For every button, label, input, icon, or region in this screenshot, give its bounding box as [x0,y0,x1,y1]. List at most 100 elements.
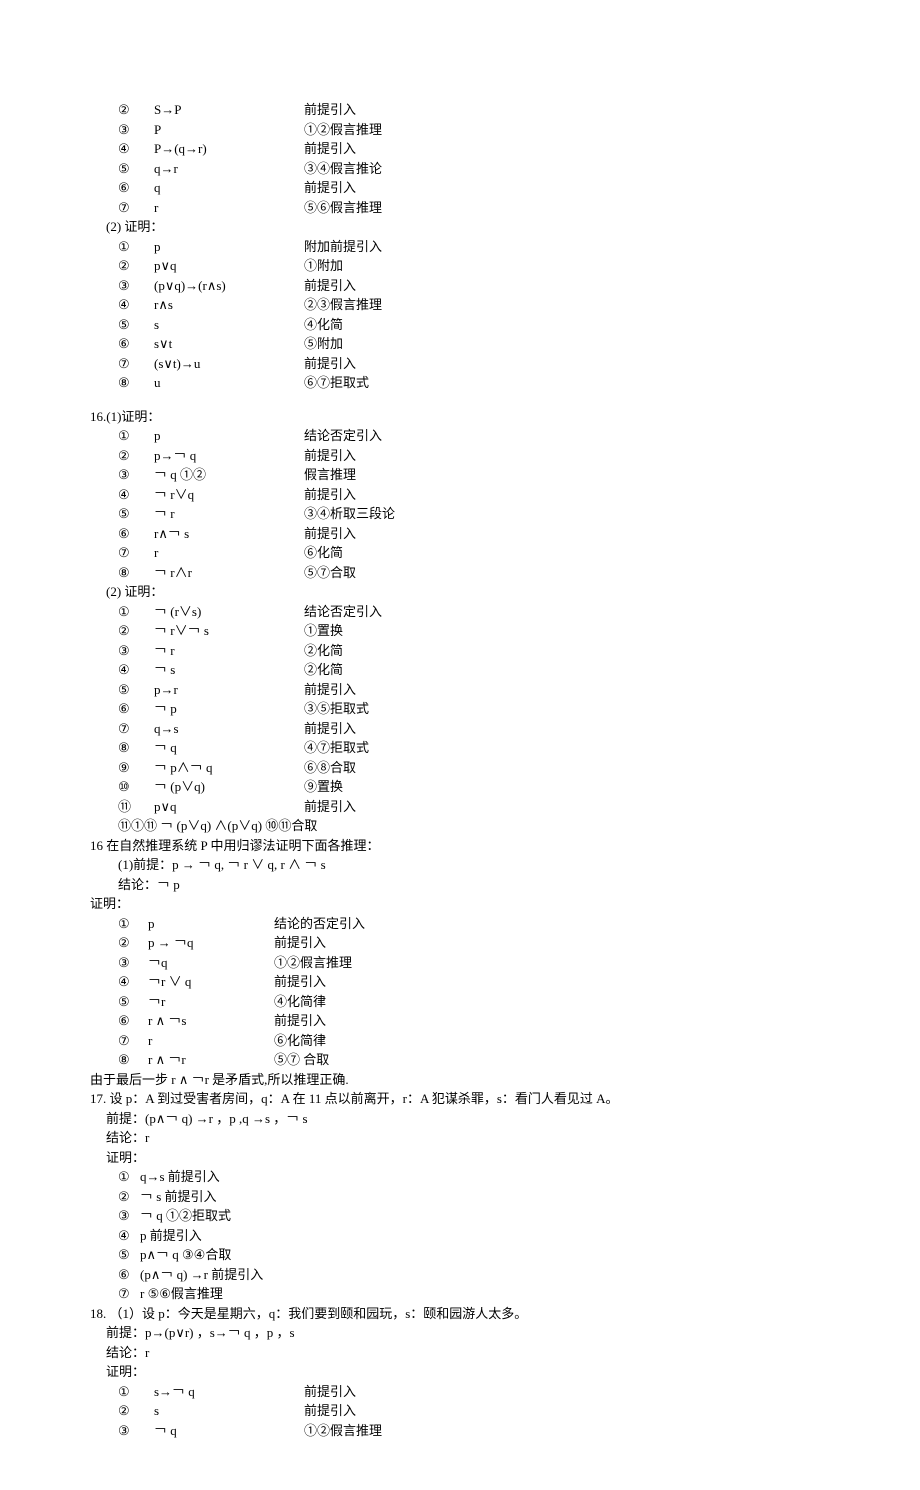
step-reason: 前提引入 [304,139,830,159]
proof-step: ⑩￢ (p∨q)⑨置换 [90,777,830,797]
proof-step: ⑤p→r前提引入 [90,680,830,700]
proof-step: ②￢ r∨￢ s①置换 [90,621,830,641]
section-title: 16 在自然推理系统 P 中用归谬法证明下面各推理： [90,836,830,856]
step-num: ④ [90,295,154,315]
step-formula: u [154,373,304,393]
conclusion-line: 结论：￢ p [90,875,830,895]
step-formula: ￢ (p∨q) [154,777,304,797]
step-num: ⑩ [90,777,154,797]
step-num: ⑧ [90,738,154,758]
step-formula: p→￢ q [154,446,304,466]
step-reason: ①②假言推理 [304,1421,830,1441]
step-num: ⑦ [90,198,154,218]
proof-step: ⑤￢r④化简律 [90,992,830,1012]
premise-line: (1)前提：p → ￢ q, ￢ r ∨ q, r ∧ ￢ s [90,855,830,875]
step-num: ⑧ [90,563,154,583]
proof-step: ①q→s 前提引入 [90,1167,830,1187]
step-reason: 前提引入 [304,354,830,374]
step-formula: p 前提引入 [140,1226,830,1246]
proof-step: ③￢ r②化简 [90,641,830,661]
step-formula: ￢ r∨q [154,485,304,505]
step-num: ⑥ [90,178,154,198]
step-formula: p → ￢q [148,933,274,953]
step-formula: r [148,1031,274,1051]
step-reason: ②化简 [304,660,830,680]
block-header: 18. （1）设 p：今天是星期六，q：我们要到颐和园玩，s：颐和园游人太多。 [90,1304,830,1324]
step-formula: p [148,914,274,934]
step-num: ③ [90,953,148,973]
proof-step: ⑤q→r③④假言推论 [90,159,830,179]
proof-step: ④P→(q→r)前提引入 [90,139,830,159]
step-reason: 前提引入 [304,100,830,120]
step-reason: ③④析取三段论 [304,504,830,524]
step-num: ③ [90,120,154,140]
proof-step: ⑦q→s前提引入 [90,719,830,739]
proof-step: ⑧￢ r∧r⑤⑦合取 [90,563,830,583]
proof-step: ⑦r⑥化简 [90,543,830,563]
step-num: ① [90,914,148,934]
step-formula: ￢ q ①②拒取式 [140,1206,830,1226]
step-formula: P→(q→r) [154,139,304,159]
step-formula: p [154,237,304,257]
step-reason: ①②假言推理 [304,120,830,140]
final-line: ⑪①⑪ ￢ (p∨q) ∧(p∨q) ⑩⑪合取 [90,816,830,836]
step-num: ⑦ [90,1284,140,1304]
step-num: ③ [90,465,154,485]
block-header: 16.(1)证明： [90,407,830,427]
step-reason: 结论否定引入 [304,602,830,622]
step-formula: r ∧ ￢s [148,1011,274,1031]
step-formula: ￢ p∧￢ q [154,758,304,778]
step-reason: 结论否定引入 [304,426,830,446]
proof-step: ⑧￢ q④⑦拒取式 [90,738,830,758]
step-num: ④ [90,1226,140,1246]
step-reason: 前提引入 [304,1401,830,1421]
step-formula: S→P [154,100,304,120]
step-formula: ￢ (r∨s) [154,602,304,622]
step-reason: ②化简 [304,641,830,661]
proof-step: ⑤p∧￢ q ③④合取 [90,1245,830,1265]
proof-step: ⑦(s∨t)→u前提引入 [90,354,830,374]
step-num: ④ [90,972,148,992]
block-header: (2) 证明： [90,217,830,237]
step-formula: s∨t [154,334,304,354]
step-formula: ￢ q ①② [154,465,304,485]
block-header: (2) 证明： [90,582,830,602]
step-num: ① [90,1382,154,1402]
step-num: ② [90,100,154,120]
proof-step: ⑥r∧￢ s前提引入 [90,524,830,544]
proof-step: ③￢ q ①②拒取式 [90,1206,830,1226]
step-reason: ①附加 [304,256,830,276]
step-formula: q→s [154,719,304,739]
step-num: ⑤ [90,1245,140,1265]
step-num: ④ [90,660,154,680]
proof-step: ⑤￢ r③④析取三段论 [90,504,830,524]
proof-step: ⑥(p∧￢ q) →r 前提引入 [90,1265,830,1285]
step-num: ③ [90,641,154,661]
step-num: ⑥ [90,1011,148,1031]
proof-label: 证明： [90,894,830,914]
proof-step: ③￢q①②假言推理 [90,953,830,973]
step-reason: 前提引入 [274,972,830,992]
step-formula: r ⑤⑥假言推理 [140,1284,830,1304]
step-reason: ⑤附加 [304,334,830,354]
proof-block-b: (2) 证明： ①p附加前提引入 ②p∨q①附加 ③(p∨q)→(r∧s)前提引… [90,217,830,393]
step-num: ② [90,1187,140,1207]
proof-step: ⑥s∨t⑤附加 [90,334,830,354]
step-formula: s [154,315,304,335]
proof-block-16a: 16.(1)证明： ①p结论否定引入 ②p→￢ q前提引入 ③￢ q ①②假言推… [90,407,830,583]
step-reason: ①②假言推理 [274,953,830,973]
proof-block-16c: ①p结论的否定引入 ②p → ￢q前提引入 ③￢q①②假言推理 ④￢r ∨ q前… [90,914,830,1090]
step-reason: 结论的否定引入 [274,914,830,934]
proof-step: ⑥r ∧ ￢s前提引入 [90,1011,830,1031]
step-reason: 前提引入 [304,485,830,505]
proof-step: ③P①②假言推理 [90,120,830,140]
step-reason: 前提引入 [304,797,830,817]
closing-line: 由于最后一步 r ∧ ￢r 是矛盾式,所以推理正确. [90,1070,830,1090]
step-num: ⑦ [90,1031,148,1051]
proof-step: ①s→￢ q前提引入 [90,1382,830,1402]
step-reason: ③⑤拒取式 [304,699,830,719]
proof-step: ①p附加前提引入 [90,237,830,257]
conclusion-line: 结论：r [90,1343,830,1363]
step-reason: 前提引入 [304,680,830,700]
step-reason: 前提引入 [304,524,830,544]
